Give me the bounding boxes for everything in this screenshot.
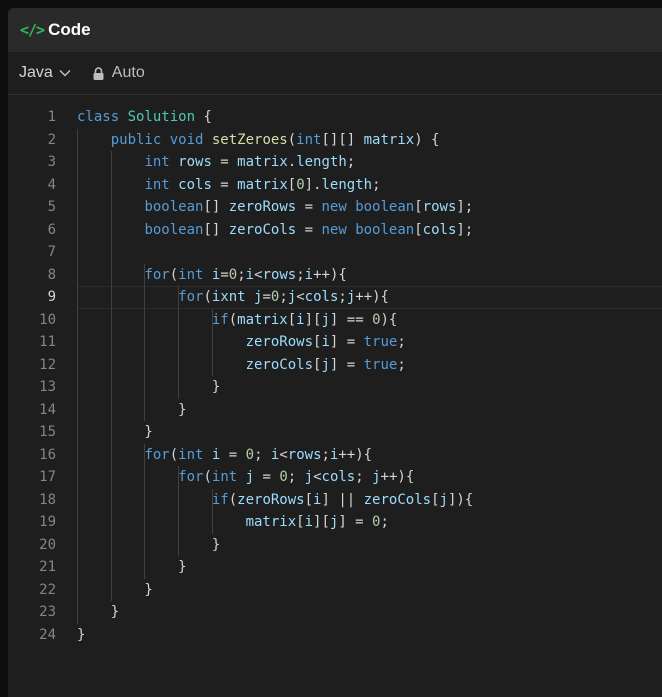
indent-guide (77, 128, 78, 624)
code-text: matrix[i][j] = 0; (245, 514, 389, 530)
code-text: } (77, 401, 187, 418)
line-number: 14 (39, 401, 56, 418)
code-text: int rows = matrix.length; (144, 154, 356, 170)
language-selector[interactable]: Java (19, 64, 71, 82)
code-text: boolean[] zeroRows = new boolean[rows]; (144, 199, 474, 215)
indent-guide (178, 286, 180, 399)
code-line[interactable]: 20 } (8, 534, 662, 557)
line-number: 17 (39, 469, 56, 485)
line-number: 21 (39, 559, 56, 575)
line-number: 18 (39, 491, 56, 508)
code-text: } (77, 604, 120, 620)
code-line[interactable]: 11 zeroRows[i] = true; (8, 331, 662, 354)
line-number: 10 (39, 311, 56, 328)
line-number: 8 (47, 266, 56, 283)
code-line[interactable]: 23 } (8, 601, 662, 624)
panel-title: Code (48, 20, 91, 39)
code-icon: </> (20, 21, 45, 39)
code-text: class Solution { (77, 109, 212, 125)
code-text: } (77, 424, 153, 440)
code-line[interactable]: 16 for(int i = 0; i<rows;i++){ (8, 444, 662, 467)
code-line[interactable]: 22 } (8, 579, 662, 602)
code-line[interactable]: 4 int cols = matrix[0].length; (8, 174, 662, 197)
code-text: for(int i = 0; i<rows;i++){ (144, 446, 373, 463)
line-number: 11 (39, 334, 56, 350)
editor-toolbar: Java Auto (8, 52, 662, 95)
line-number: 5 (47, 199, 56, 215)
line-number: 15 (39, 424, 56, 440)
code-line[interactable]: 5 boolean[] zeroRows = new boolean[rows]… (8, 196, 662, 219)
line-number: 6 (47, 221, 56, 238)
language-label: Java (19, 64, 53, 81)
code-line[interactable]: 24} (8, 624, 662, 647)
indent-guide (110, 151, 112, 601)
code-line[interactable]: 8 for(int i=0;i<rows;i++){ (8, 264, 662, 287)
code-line[interactable]: 1 class Solution { (8, 106, 662, 129)
chevron-down-icon (59, 69, 71, 77)
code-line[interactable]: 12 zeroCols[j] = true; (8, 354, 662, 377)
line-number: 13 (39, 379, 56, 395)
auto-mode-toggle[interactable]: Auto (93, 64, 145, 82)
code-line[interactable]: 13 } (8, 376, 662, 399)
indent-guide (211, 488, 213, 534)
indent-guide (211, 308, 213, 376)
line-number: 1 (47, 109, 56, 125)
line-number: 12 (39, 356, 56, 373)
code-text: if(matrix[i][j] == 0){ (211, 311, 398, 328)
line-number: 3 (47, 154, 56, 170)
code-editor[interactable]: 1 class Solution { 2 public void setZeroes… (8, 95, 662, 646)
auto-mode-label: Auto (111, 64, 145, 81)
code-line[interactable]: 10 if(matrix[i][j] == 0){ (8, 309, 662, 332)
code-text: boolean[] zeroCols = new boolean[cols]; (144, 221, 474, 238)
code-text: zeroRows[i] = true; (245, 334, 406, 350)
code-line[interactable]: 6 boolean[] zeroCols = new boolean[cols]… (8, 219, 662, 242)
code-line[interactable]: 18 if(zeroRows[i] || zeroCols[j]){ (8, 489, 662, 512)
code-line[interactable]: 21 } (8, 556, 662, 579)
code-text: int cols = matrix[0].length; (144, 176, 381, 193)
code-panel: </> Code Java Auto 1 class Solution { 2 pu… (8, 8, 662, 697)
indent-guide (144, 443, 146, 579)
code-line[interactable]: 9 for(ixnt j=0;j<cols;j++){ (8, 286, 662, 309)
line-number: 22 (39, 581, 56, 598)
code-text: for(int i=0;i<rows;i++){ (144, 266, 347, 283)
code-text: public void setZeroes(int[][] matrix) { (110, 131, 440, 148)
code-text: zeroCols[j] = true; (245, 356, 406, 373)
code-line[interactable]: 17 for(int j = 0; j<cols; j++){ (8, 466, 662, 489)
line-number: 9 (47, 289, 56, 305)
line-number: 4 (47, 176, 56, 193)
line-number: 19 (39, 514, 56, 530)
code-line[interactable]: 15 } (8, 421, 662, 444)
code-text: } (77, 581, 153, 598)
line-number: 16 (39, 446, 56, 463)
panel-header: </> Code (8, 8, 662, 52)
code-text: } (77, 536, 221, 553)
code-text: } (77, 379, 221, 395)
code-line[interactable]: 7 (8, 241, 662, 264)
code-text: for(ixnt j=0;j<cols;j++){ (178, 289, 389, 305)
line-number: 20 (39, 536, 56, 553)
code-text: } (77, 626, 86, 643)
line-number: 23 (39, 604, 56, 620)
code-line[interactable]: 3 int rows = matrix.length; (8, 151, 662, 174)
code-line[interactable]: 2 public void setZeroes(int[][] matrix) … (8, 129, 662, 152)
line-number: 2 (47, 131, 56, 148)
lock-icon (93, 66, 104, 80)
code-line[interactable]: 19 matrix[i][j] = 0; (8, 511, 662, 534)
code-text: } (77, 559, 187, 575)
line-number: 7 (47, 244, 56, 260)
indent-guide (144, 263, 146, 421)
indent-guide (178, 466, 180, 556)
code-line[interactable]: 14 } (8, 399, 662, 422)
line-number: 24 (39, 626, 56, 643)
code-text: for(int j = 0; j<cols; j++){ (178, 469, 415, 485)
code-text: if(zeroRows[i] || zeroCols[j]){ (211, 491, 474, 508)
